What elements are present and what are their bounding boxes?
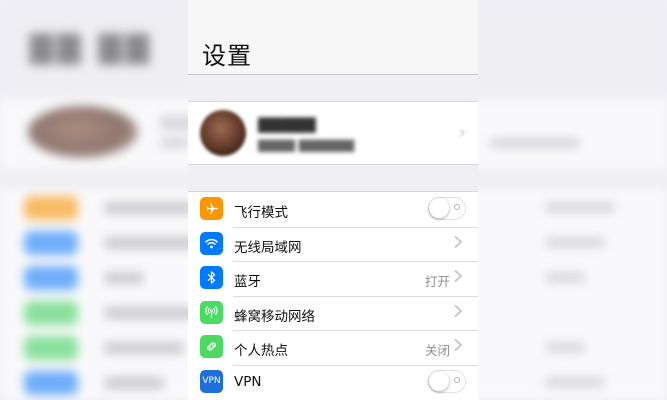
settings-row-cellular[interactable]: 蜂窝移动网络 [188, 295, 478, 331]
hotspot-status-value: 关闭 [424, 343, 450, 358]
settings-panel: 设置 ▇▇▇▇▇ ▇▇▇▇ ▇▇▇▇▇▇ › 飞行模式 无线局域网 蓝牙 打开 … [188, 0, 478, 400]
row-label: 个人热点 [234, 343, 288, 359]
vpn-toggle[interactable] [428, 369, 466, 393]
row-label: 蓝牙 [234, 274, 261, 290]
settings-row-vpn[interactable]: VPN VPN [188, 364, 478, 400]
vpn-icon: VPN [200, 369, 223, 393]
bluetooth-icon [200, 266, 223, 289]
airplane-mode-toggle[interactable] [428, 197, 466, 220]
blurred-text [490, 138, 580, 148]
toggle-off-indicator [454, 376, 460, 383]
cellular-icon [200, 300, 223, 324]
blurred-avatar [28, 106, 138, 158]
toggle-knob [429, 198, 449, 218]
settings-row-airplane-mode[interactable]: 飞行模式 [188, 192, 478, 227]
chevron-right-icon [453, 269, 467, 285]
avatar [200, 110, 246, 156]
airplane-icon [200, 197, 223, 220]
row-label: 蜂窝移动网络 [234, 308, 315, 325]
blurred-title: ▇▇ ▇▇ [30, 30, 153, 65]
settings-list: 飞行模式 无线局域网 蓝牙 打开 蜂窝移动网络 个人热点 关闭 VPN VPN [188, 191, 478, 400]
row-label: 飞行模式 [234, 205, 288, 221]
row-label: 无线局域网 [234, 239, 302, 256]
hotspot-icon [200, 335, 223, 358]
apple-id-profile-row[interactable]: ▇▇▇▇▇ ▇▇▇▇ ▇▇▇▇▇▇ › [188, 101, 478, 165]
profile-subtitle-blurred: ▇▇▇▇ ▇▇▇▇▇▇ [258, 138, 355, 152]
chevron-right-icon: › [458, 122, 466, 143]
toggle-off-indicator [454, 204, 460, 210]
bluetooth-status-value: 打开 [424, 274, 450, 289]
navigation-bar: 设置 [188, 0, 478, 75]
chevron-right-icon [453, 304, 467, 320]
wifi-icon [200, 231, 223, 255]
chevron-right-icon [453, 338, 467, 354]
settings-row-wifi[interactable]: 无线局域网 [188, 226, 478, 262]
settings-row-personal-hotspot[interactable]: 个人热点 关闭 [188, 330, 478, 365]
profile-name-blurred: ▇▇▇▇▇ [258, 115, 316, 133]
settings-row-bluetooth[interactable]: 蓝牙 打开 [188, 261, 478, 296]
toggle-knob [429, 370, 449, 391]
chevron-right-icon [453, 235, 467, 251]
blurred-text [160, 138, 190, 148]
page-title: 设置 [202, 42, 252, 70]
row-label: VPN [234, 373, 262, 390]
